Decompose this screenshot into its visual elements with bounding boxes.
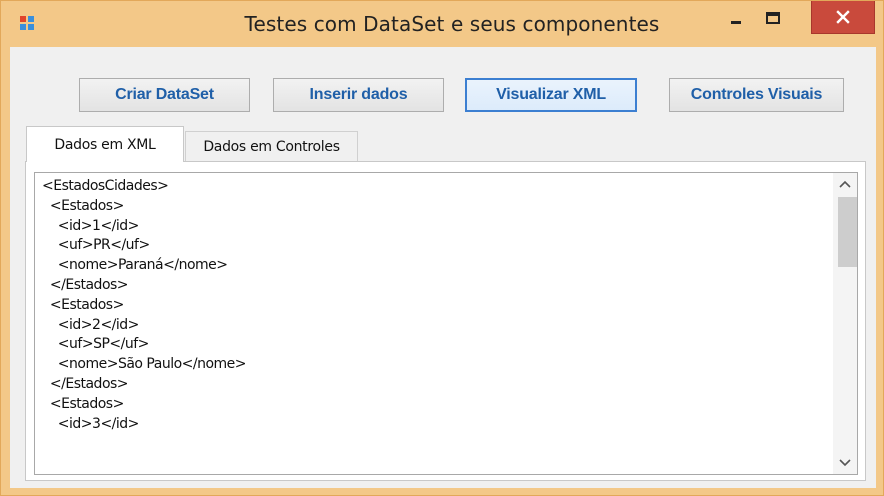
app-window: Testes com DataSet e seus componentes Cr… [0, 0, 884, 496]
form-client-area: Criar DataSet Inserir dados Visualizar X… [10, 47, 876, 488]
vertical-scrollbar[interactable] [833, 173, 857, 474]
xml-line: <nome>Paraná</nome> [42, 257, 228, 274]
xml-line: <Estados> [42, 197, 124, 214]
xml-line: <id>3</id> [42, 415, 140, 432]
tab-dados-em-controles[interactable]: Dados em Controles [185, 131, 358, 161]
xml-line: <EstadosCidades> [42, 178, 169, 194]
scrollbar-thumb[interactable] [838, 197, 857, 267]
xml-line: <uf>SP</uf> [42, 336, 150, 353]
visualizar-xml-button[interactable]: Visualizar XML [465, 78, 637, 112]
close-button[interactable] [811, 1, 875, 34]
xml-line: </Estados> [42, 375, 129, 392]
controles-visuais-button[interactable]: Controles Visuais [669, 78, 844, 112]
criar-dataset-button[interactable]: Criar DataSet [79, 78, 250, 112]
minimize-button[interactable] [721, 1, 751, 34]
tab-panel-xml: <EstadosCidades> <Estados> <id>1</id> <u… [25, 161, 866, 481]
chevron-down-icon [839, 454, 851, 472]
window-title: Testes com DataSet e seus componentes [244, 12, 660, 36]
xml-textbox[interactable]: <EstadosCidades> <Estados> <id>1</id> <u… [34, 172, 858, 475]
xml-line: <Estados> [42, 296, 124, 313]
scroll-down-button[interactable] [833, 452, 857, 474]
minimize-icon [730, 12, 742, 24]
xml-line: <Estados> [42, 395, 124, 412]
xml-line: </Estados> [42, 276, 129, 293]
xml-line: <id>1</id> [42, 217, 140, 234]
tab-dados-em-xml[interactable]: Dados em XML [26, 126, 184, 162]
inserir-dados-button[interactable]: Inserir dados [273, 78, 444, 112]
scroll-up-button[interactable] [833, 173, 857, 195]
title-bar[interactable]: Testes com DataSet e seus componentes [1, 1, 883, 47]
maximize-icon [766, 11, 780, 24]
xml-line: <uf>PR</uf> [42, 237, 150, 254]
close-icon [836, 10, 850, 24]
xml-line: <id>2</id> [42, 316, 140, 333]
xml-content: <EstadosCidades> <Estados> <id>1</id> <u… [42, 177, 829, 434]
xml-line: <nome>São Paulo</nome> [42, 356, 247, 373]
chevron-up-icon [839, 175, 851, 193]
maximize-button[interactable] [757, 1, 789, 34]
